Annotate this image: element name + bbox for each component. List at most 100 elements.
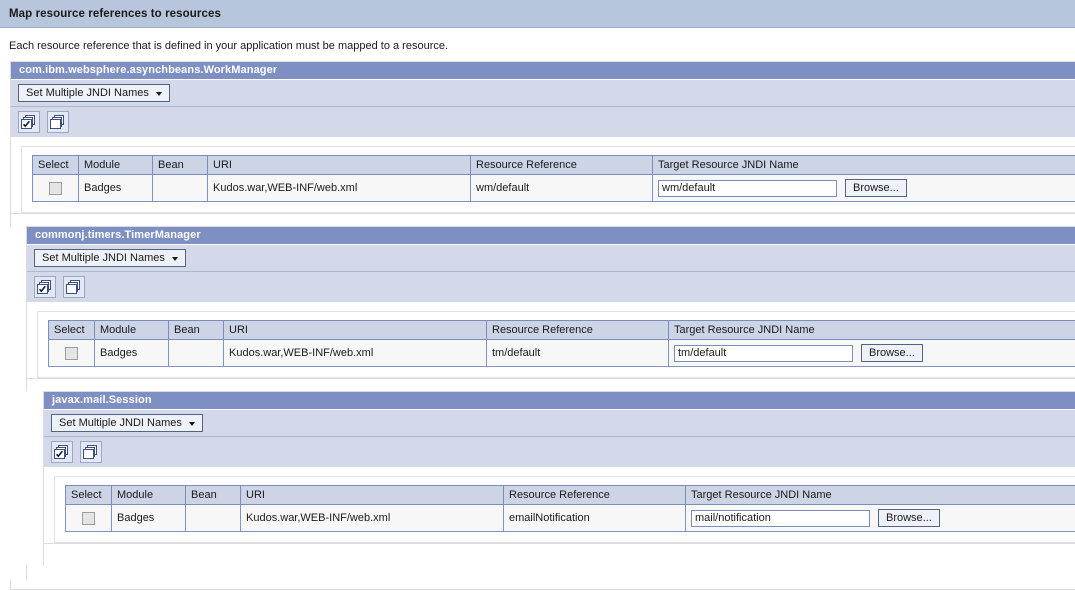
table-row: Badges Kudos.war,WEB-INF/web.xml tm/defaul… xyxy=(48,339,1075,367)
resource-groups-container: com.ibm.websphere.asynchbeans.WorkManage… xyxy=(0,61,1075,544)
set-multiple-jndi-names-label: Set Multiple JNDI Names xyxy=(59,417,182,429)
cell-bean xyxy=(152,174,208,202)
page-title: Map resource references to resources xyxy=(9,7,221,20)
column-header-0: Select xyxy=(32,155,79,175)
resource-reference-table: Select Module Bean URI Resource Reference Tar… xyxy=(65,485,1075,532)
cell-resource-reference: wm/default xyxy=(470,174,653,202)
table-head: Select Module Bean URI Resource Reference Tar… xyxy=(32,155,1075,175)
browse-button[interactable]: Browse... xyxy=(878,509,940,527)
resource-group-icon-bar xyxy=(11,106,1075,137)
cell-resource-reference: emailNotification xyxy=(503,504,686,532)
cell-uri: Kudos.war,WEB-INF/web.xml xyxy=(223,339,487,367)
table-header-row: Select Module Bean URI Resource Reference Tar… xyxy=(32,155,1075,175)
resource-group-icon-bar xyxy=(27,271,1075,302)
row-select-checkbox[interactable] xyxy=(65,346,78,360)
column-header-5: Target Resource JNDI Name xyxy=(685,485,1075,505)
jndi-input-group: Browse... xyxy=(674,344,1071,362)
cell-select xyxy=(48,339,95,367)
set-multiple-jndi-names-button[interactable]: Set Multiple JNDI Names xyxy=(18,84,170,102)
page-header: Map resource references to resources xyxy=(0,0,1075,28)
resource-group-menu-bar: Set Multiple JNDI Names xyxy=(27,244,1075,271)
table-head: Select Module Bean URI Resource Reference Tar… xyxy=(65,485,1075,505)
column-header-3: URI xyxy=(223,320,487,340)
column-header-5: Target Resource JNDI Name xyxy=(668,320,1075,340)
cell-module: Badges xyxy=(94,339,169,367)
deselect-all-icon[interactable] xyxy=(63,276,85,298)
resource-reference-table: Select Module Bean URI Resource Reference Tar… xyxy=(48,320,1075,367)
resource-group-title: javax.mail.Session xyxy=(44,392,1075,409)
column-header-1: Module xyxy=(94,320,169,340)
cell-target-jndi-name: Browse... xyxy=(685,504,1075,532)
column-header-1: Module xyxy=(78,155,153,175)
group-spacer xyxy=(26,379,1075,391)
select-all-icon[interactable] xyxy=(18,111,40,133)
cell-select xyxy=(65,504,112,532)
cell-target-jndi-name: Browse... xyxy=(652,174,1075,202)
cell-resource-reference: tm/default xyxy=(486,339,669,367)
cell-uri: Kudos.war,WEB-INF/web.xml xyxy=(207,174,471,202)
column-header-0: Select xyxy=(48,320,95,340)
nested-container-tail-inner xyxy=(43,544,1075,566)
select-all-icon[interactable] xyxy=(51,441,73,463)
jndi-input-group: Browse... xyxy=(691,509,1071,527)
column-header-1: Module xyxy=(111,485,186,505)
nested-container-tail-middle xyxy=(26,566,1075,580)
table-body: Badges Kudos.war,WEB-INF/web.xml wm/defaul… xyxy=(32,174,1075,202)
column-header-0: Select xyxy=(65,485,112,505)
resource-group-title: commonj.timers.TimerManager xyxy=(27,227,1075,244)
resource-table-wrapper: Select Module Bean URI Resource Reference Tar… xyxy=(54,476,1075,543)
table-body: Badges Kudos.war,WEB-INF/web.xml emailNoti… xyxy=(65,504,1075,532)
target-jndi-name-input[interactable] xyxy=(674,344,853,362)
table-head: Select Module Bean URI Resource Reference Tar… xyxy=(48,320,1075,340)
resource-group-title: com.ibm.websphere.asynchbeans.WorkManage… xyxy=(11,62,1075,79)
set-multiple-jndi-names-label: Set Multiple JNDI Names xyxy=(42,252,165,264)
resource-group-1: commonj.timers.TimerManager Set Multiple… xyxy=(26,226,1075,379)
chevron-down-icon xyxy=(155,92,162,96)
deselect-all-icon[interactable] xyxy=(80,441,102,463)
cell-module: Badges xyxy=(111,504,186,532)
set-multiple-jndi-names-label: Set Multiple JNDI Names xyxy=(26,87,149,99)
nested-container-tail-outer xyxy=(10,580,1075,590)
target-jndi-name-input[interactable] xyxy=(691,509,870,527)
cell-select xyxy=(32,174,79,202)
resource-group-icon-bar xyxy=(44,436,1075,467)
cell-bean xyxy=(185,504,241,532)
column-header-5: Target Resource JNDI Name xyxy=(652,155,1075,175)
set-multiple-jndi-names-button[interactable]: Set Multiple JNDI Names xyxy=(34,249,186,267)
deselect-all-icon[interactable] xyxy=(47,111,69,133)
cell-module: Badges xyxy=(78,174,153,202)
resource-group-menu-bar: Set Multiple JNDI Names xyxy=(11,79,1075,106)
resource-table-wrapper: Select Module Bean URI Resource Reference Tar… xyxy=(37,311,1075,378)
cell-uri: Kudos.war,WEB-INF/web.xml xyxy=(240,504,504,532)
chevron-down-icon xyxy=(171,257,178,261)
resource-group-2: javax.mail.Session Set Multiple JNDI Nam… xyxy=(43,391,1075,544)
jndi-input-group: Browse... xyxy=(658,179,1071,197)
column-header-4: Resource Reference xyxy=(486,320,669,340)
table-header-row: Select Module Bean URI Resource Reference Tar… xyxy=(48,320,1075,340)
column-header-4: Resource Reference xyxy=(503,485,686,505)
target-jndi-name-input[interactable] xyxy=(658,179,837,197)
column-header-2: Bean xyxy=(185,485,241,505)
browse-button[interactable]: Browse... xyxy=(861,344,923,362)
chevron-down-icon xyxy=(188,422,195,426)
column-header-3: URI xyxy=(207,155,471,175)
select-all-icon[interactable] xyxy=(34,276,56,298)
table-body: Badges Kudos.war,WEB-INF/web.xml tm/defaul… xyxy=(48,339,1075,367)
table-row: Badges Kudos.war,WEB-INF/web.xml wm/defaul… xyxy=(32,174,1075,202)
row-select-checkbox[interactable] xyxy=(49,181,62,195)
column-header-4: Resource Reference xyxy=(470,155,653,175)
resource-reference-table: Select Module Bean URI Resource Reference Tar… xyxy=(32,155,1075,202)
cell-target-jndi-name: Browse... xyxy=(668,339,1075,367)
column-header-3: URI xyxy=(240,485,504,505)
column-header-2: Bean xyxy=(168,320,224,340)
table-header-row: Select Module Bean URI Resource Reference Tar… xyxy=(65,485,1075,505)
cell-bean xyxy=(168,339,224,367)
browse-button[interactable]: Browse... xyxy=(845,179,907,197)
table-row: Badges Kudos.war,WEB-INF/web.xml emailNoti… xyxy=(65,504,1075,532)
set-multiple-jndi-names-button[interactable]: Set Multiple JNDI Names xyxy=(51,414,203,432)
resource-group-menu-bar: Set Multiple JNDI Names xyxy=(44,409,1075,436)
column-header-2: Bean xyxy=(152,155,208,175)
page-description: Each resource reference that is defined … xyxy=(9,40,449,52)
resource-group-0: com.ibm.websphere.asynchbeans.WorkManage… xyxy=(10,61,1075,214)
row-select-checkbox[interactable] xyxy=(82,511,95,525)
